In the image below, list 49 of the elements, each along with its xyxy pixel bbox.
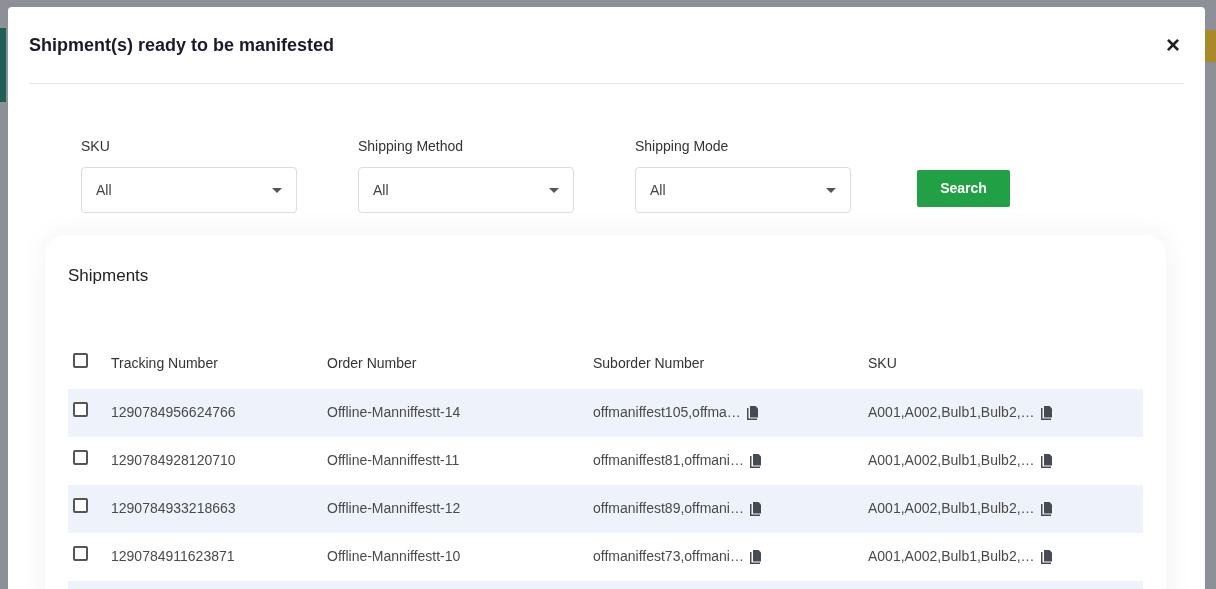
checkbox[interactable] [73, 498, 88, 513]
checkbox[interactable] [73, 450, 88, 465]
caret-icon [272, 187, 282, 193]
table-cell-text: 1290784933218663 [111, 499, 237, 518]
table-cell-text: Offline-Manniffestt-12 [327, 499, 462, 518]
table-cell-text: 1290784928120710 [111, 451, 237, 470]
table-cell-text: A001,A002,Bulb1,Bulb2,… [868, 451, 1035, 470]
background-banner-block [1205, 30, 1216, 62]
table-cell-text: offmaniffest89,offmani… [593, 499, 744, 518]
filter-label: Shipping Method [358, 137, 465, 156]
table-cell-text: offmaniffest105,offma… [593, 403, 741, 422]
table-cell-text: offmaniffest73,offmani… [593, 547, 744, 566]
modal-title: Shipment(s) ready to be manifested [29, 33, 335, 57]
copy-icon[interactable] [750, 501, 762, 516]
copy-icon[interactable] [1040, 405, 1053, 420]
table-cell-text: A001,A002,Bulb1,Bulb2,… [868, 403, 1035, 422]
select-field[interactable]: All [81, 167, 297, 213]
column-header: Suborder Number [593, 354, 706, 373]
copy-icon[interactable] [746, 405, 759, 420]
copy-icon[interactable] [1040, 453, 1053, 468]
checkbox[interactable] [73, 546, 88, 561]
checkbox[interactable] [73, 353, 88, 368]
column-header: Tracking Number [111, 354, 219, 373]
table-cell-text: A001,A002,Bulb1,Bulb2,… [868, 499, 1035, 518]
checkbox[interactable] [73, 402, 88, 417]
copy-icon[interactable] [1040, 549, 1053, 564]
table-cell-text: Offline-Manniffestt-14 [327, 403, 462, 422]
select-value: All [650, 180, 666, 200]
table-cell-text: A001,A002,Bulb1,Bulb2,… [868, 547, 1035, 566]
table-cell-text: 1290784911623871 [111, 547, 236, 566]
column-header: Order Number [327, 354, 418, 373]
copy-icon[interactable] [750, 453, 762, 468]
select-value: All [96, 180, 112, 200]
table-cell-text: Offline-Manniffestt-10 [327, 547, 462, 566]
table-cell-text: offmaniffest81,offmani… [593, 451, 744, 470]
section-title: Shipments [68, 265, 150, 287]
table-cell-text: 1290784956624766 [111, 403, 237, 422]
table-cell-text: Offline-Manniffestt-11 [327, 451, 461, 470]
filter-label: Shipping Mode [635, 137, 730, 156]
close-button[interactable]: × [1166, 33, 1180, 57]
caret-icon [826, 187, 836, 193]
caret-icon [549, 187, 559, 193]
filter-label: SKU [81, 137, 111, 156]
column-header: SKU [868, 354, 898, 373]
copy-icon[interactable] [1040, 501, 1053, 516]
select-field[interactable]: All [635, 167, 851, 213]
select-field[interactable]: All [358, 167, 574, 213]
select-value: All [373, 180, 389, 200]
copy-icon[interactable] [750, 549, 762, 564]
